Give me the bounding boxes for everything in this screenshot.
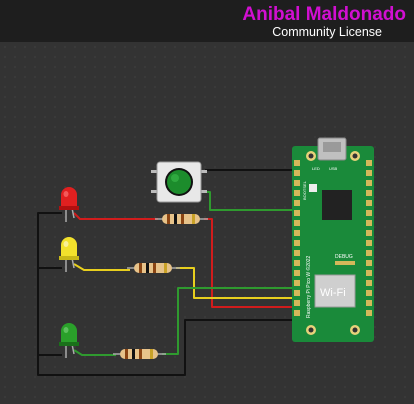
debug-pads bbox=[335, 261, 355, 265]
wifi-label: Wi-Fi bbox=[320, 287, 346, 299]
green-led-wire[interactable] bbox=[73, 349, 116, 356]
led-red[interactable] bbox=[59, 187, 79, 222]
red-resistor-wire[interactable] bbox=[204, 218, 300, 308]
raspberry-pi-pico-w[interactable]: LED USB BOOTSEL DEBUG Wi-Fi Raspberry Pi… bbox=[292, 137, 374, 342]
resistor-green[interactable] bbox=[113, 349, 166, 359]
ground-wire[interactable] bbox=[37, 212, 300, 376]
pico-debug-label: DEBUG bbox=[335, 254, 353, 260]
led-green[interactable] bbox=[59, 323, 79, 358]
bootsel-button[interactable] bbox=[309, 184, 317, 192]
button-green-wire[interactable] bbox=[205, 191, 300, 211]
rp2040-chip bbox=[322, 190, 352, 220]
led-yellow[interactable] bbox=[59, 237, 79, 272]
board-name: Raspberry Pi Pico W ©2022 bbox=[305, 255, 312, 318]
pico-bootsel-label: BOOTSEL bbox=[302, 180, 307, 200]
pico-usb-label: USB bbox=[329, 166, 338, 171]
pushbutton[interactable] bbox=[151, 161, 207, 203]
yellow-led-wire[interactable] bbox=[73, 263, 130, 271]
resistor-yellow[interactable] bbox=[127, 263, 180, 273]
yellow-resistor-wire[interactable] bbox=[176, 267, 300, 299]
pico-led-label: LED bbox=[312, 166, 320, 171]
circuit-diagram[interactable]: LED USB BOOTSEL DEBUG Wi-Fi Raspberry Pi… bbox=[0, 0, 414, 404]
resistor-red[interactable] bbox=[155, 214, 208, 224]
red-led-wire[interactable] bbox=[73, 212, 158, 220]
